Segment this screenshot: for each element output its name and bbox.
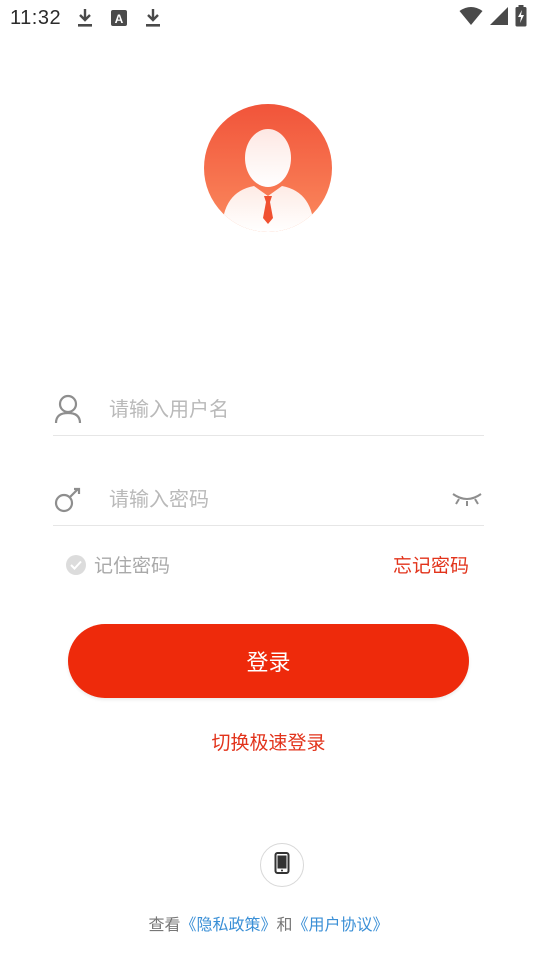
status-time: 11:32: [10, 6, 62, 29]
agreement-and: 和: [276, 915, 293, 934]
remember-password-checkbox[interactable]: 记住密码: [66, 551, 170, 578]
signal-icon: [489, 6, 509, 30]
battery-charging-icon: [515, 5, 527, 31]
password-input[interactable]: [109, 487, 484, 511]
agreement-text: 查看《隐私政策》和《用户协议》: [0, 911, 537, 935]
eye-closed-icon[interactable]: [450, 485, 484, 511]
checkmark-icon: [66, 554, 86, 575]
svg-text:A: A: [115, 12, 124, 26]
download-icon: [75, 7, 95, 29]
status-bar: 11:32 A: [0, 0, 537, 36]
user-avatar-icon: [204, 104, 332, 232]
username-field: [53, 383, 484, 436]
login-button[interactable]: 登录: [68, 624, 469, 698]
agreement-prefix: 查看: [148, 915, 181, 934]
user-icon: [53, 394, 83, 424]
download-icon: [143, 7, 163, 29]
phone-login-button[interactable]: [260, 843, 304, 887]
status-right: [459, 5, 527, 31]
password-field: [53, 473, 484, 526]
key-icon: [53, 484, 83, 514]
remember-password-label: 记住密码: [94, 555, 171, 577]
username-input[interactable]: [109, 397, 484, 421]
font-a-icon: A: [109, 7, 129, 29]
switch-quick-login-link[interactable]: 切换极速登录: [0, 728, 537, 755]
privacy-policy-link[interactable]: 《隐私政策》: [180, 915, 276, 934]
user-agreement-link[interactable]: 《用户协议》: [293, 915, 389, 934]
phone-icon: [274, 852, 290, 878]
forgot-password-link[interactable]: 忘记密码: [393, 551, 469, 578]
wifi-icon: [459, 6, 483, 30]
status-left: 11:32 A: [10, 7, 163, 30]
